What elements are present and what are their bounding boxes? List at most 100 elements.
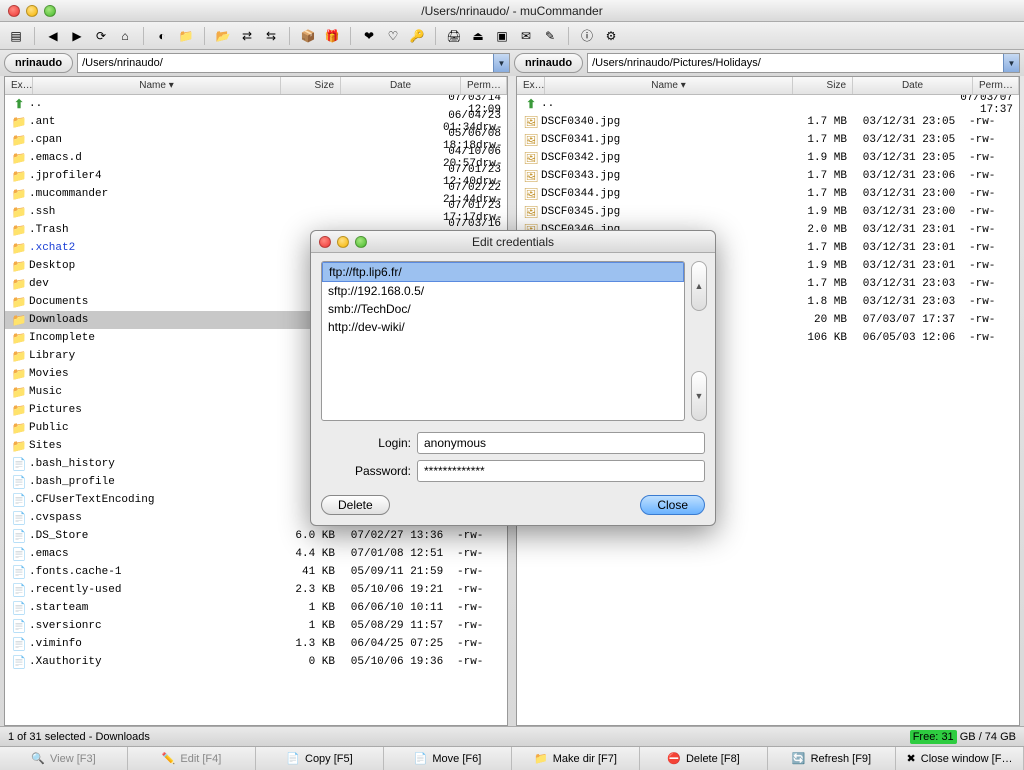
- col-size[interactable]: Size: [793, 77, 853, 94]
- file-row[interactable]: ⬆..07/03/14 12:09: [5, 95, 507, 113]
- file-row[interactable]: 📄.fonts.cache-141 KB05/09/11 21:59-rw-: [5, 563, 507, 581]
- fkey-move-f6-[interactable]: 📄Move [F6]: [384, 747, 512, 770]
- file-row[interactable]: 🖼DSCF0345.jpg1.9 MB03/12/31 23:00-rw-: [517, 203, 1019, 221]
- sync-panels-icon[interactable]: ⇆: [263, 28, 279, 44]
- mail-icon[interactable]: ✉: [518, 28, 534, 44]
- file-row[interactable]: 🖼DSCF0342.jpg1.9 MB03/12/31 23:05-rw-: [517, 149, 1019, 167]
- home-icon[interactable]: ⌂: [117, 28, 133, 44]
- bookmark-manage-icon[interactable]: 📂: [215, 28, 231, 44]
- list-scroll-down[interactable]: ▼: [691, 371, 707, 421]
- reload-icon[interactable]: ⟳: [93, 28, 109, 44]
- close-dialog-button[interactable]: Close: [640, 495, 705, 515]
- forward-icon[interactable]: ▶: [69, 28, 85, 44]
- terminal-icon[interactable]: ▣: [494, 28, 510, 44]
- delete-credential-button[interactable]: Delete: [321, 495, 390, 515]
- file-name: .jprofiler4: [29, 170, 443, 182]
- credentials-list[interactable]: ftp://ftp.lip6.fr/sftp://192.168.0.5/smb…: [321, 261, 685, 421]
- file-row[interactable]: 📁.jprofiler407/01/23 12:40drw-: [5, 167, 507, 185]
- file-row[interactable]: 📄.emacs4.4 KB07/01/08 12:51-rw-: [5, 545, 507, 563]
- fkey-copy-f5-[interactable]: 📄Copy [F5]: [256, 747, 384, 770]
- info-icon[interactable]: ⓘ: [579, 28, 595, 44]
- col-size[interactable]: Size: [281, 77, 341, 94]
- file-row[interactable]: 📁.ant06/04/23 01:34drw-: [5, 113, 507, 131]
- fkey-view-f3-[interactable]: 🔍View [F3]: [0, 747, 128, 770]
- file-row[interactable]: 🖼DSCF0341.jpg1.7 MB03/12/31 23:05-rw-: [517, 131, 1019, 149]
- fkey-label: Delete [F8]: [686, 753, 740, 765]
- file-permissions: -rw-: [969, 224, 1015, 236]
- file-permissions: -rw-: [969, 206, 1015, 218]
- file-row[interactable]: 📁.emacs.d04/10/06 20:57drw-: [5, 149, 507, 167]
- col-ext[interactable]: Ex…: [5, 77, 33, 94]
- left-path-field[interactable]: /Users/nrinaudo/ ▼: [77, 53, 510, 73]
- right-column-header[interactable]: Ex… Name ▾ Size Date Perm…: [517, 77, 1019, 95]
- fkey-delete-f8-[interactable]: ⛔Delete [F8]: [640, 747, 768, 770]
- img-icon: 🖼: [521, 187, 541, 202]
- credential-item[interactable]: smb://TechDoc/: [322, 300, 684, 318]
- left-volume-button[interactable]: nrinaudo: [4, 53, 73, 73]
- file-name: Library: [29, 350, 277, 362]
- file-row[interactable]: ⬆..07/03/07 17:37: [517, 95, 1019, 113]
- list-scroll-up[interactable]: ▲: [691, 261, 707, 311]
- file-name: .cpan: [29, 134, 443, 146]
- file-size: 1.9 MB: [789, 260, 849, 272]
- unpack-icon[interactable]: 🎁: [324, 28, 340, 44]
- right-path-history-dropdown[interactable]: ▼: [1003, 54, 1019, 72]
- show-hidden-icon[interactable]: ◐: [154, 28, 170, 44]
- file-row[interactable]: 📄.DS_Store6.0 KB07/02/27 13:36-rw-: [5, 527, 507, 545]
- file-row[interactable]: 🖼DSCF0340.jpg1.7 MB03/12/31 23:05-rw-: [517, 113, 1019, 131]
- fkey-label: Copy [F5]: [305, 753, 353, 765]
- preferences-icon[interactable]: ⚙: [603, 28, 619, 44]
- key-icon[interactable]: 🔑: [409, 28, 425, 44]
- right-volume-button[interactable]: nrinaudo: [514, 53, 583, 73]
- printer-icon[interactable]: 🖨: [446, 28, 462, 44]
- file-row[interactable]: 📄.sversionrc1 KB05/08/29 11:57-rw-: [5, 617, 507, 635]
- img-icon: 🖼: [521, 115, 541, 130]
- edit-icon[interactable]: ✎: [542, 28, 558, 44]
- file-row[interactable]: 📁.mucommander07/02/22 21:44drw-: [5, 185, 507, 203]
- file-row[interactable]: 📁.ssh07/01/23 17:17drw-: [5, 203, 507, 221]
- file-name: .xchat2: [29, 242, 277, 254]
- file-name: .bash_history: [29, 458, 277, 470]
- file-icon: 📄: [9, 601, 29, 616]
- credential-item[interactable]: sftp://192.168.0.5/: [322, 282, 684, 300]
- file-date: 03/12/31 23:05: [849, 116, 969, 128]
- file-row[interactable]: 📁.cpan05/06/08 18:18drw-: [5, 131, 507, 149]
- left-path-history-dropdown[interactable]: ▼: [493, 54, 509, 72]
- swap-panels-icon[interactable]: ⇄: [239, 28, 255, 44]
- file-date: 07/03/07 17:37: [960, 95, 1013, 116]
- file-row[interactable]: 🖼DSCF0343.jpg1.7 MB03/12/31 23:06-rw-: [517, 167, 1019, 185]
- new-tab-icon[interactable]: ▤: [8, 28, 24, 44]
- left-column-header[interactable]: Ex… Name ▾ Size Date Perm…: [5, 77, 507, 95]
- file-row[interactable]: 📄.viminfo1.3 KB06/04/25 07:25-rw-: [5, 635, 507, 653]
- col-perm[interactable]: Perm…: [973, 77, 1019, 94]
- fkey-edit-f4-[interactable]: ✏️Edit [F4]: [128, 747, 256, 770]
- pack-icon[interactable]: 📦: [300, 28, 316, 44]
- right-path-field[interactable]: /Users/nrinaudo/Pictures/Holidays/ ▼: [587, 53, 1020, 73]
- file-row[interactable]: 🖼DSCF0344.jpg1.7 MB03/12/31 23:00-rw-: [517, 185, 1019, 203]
- file-row[interactable]: 📄.recently-used2.3 KB05/10/06 19:21-rw-: [5, 581, 507, 599]
- fkey-refresh-f9-[interactable]: 🔄Refresh [F9]: [768, 747, 896, 770]
- favorite-open-icon[interactable]: ♡: [385, 28, 401, 44]
- col-name[interactable]: Name ▾: [545, 77, 793, 94]
- file-row[interactable]: 📄.starteam1 KB06/06/10 10:11-rw-: [5, 599, 507, 617]
- file-size: 41 KB: [277, 566, 337, 578]
- eject-icon[interactable]: ⏏: [470, 28, 486, 44]
- col-date[interactable]: Date: [341, 77, 461, 94]
- fkey-make-dir-f7-[interactable]: 📁Make dir [F7]: [512, 747, 640, 770]
- fkey-close-window-f-[interactable]: ✖Close window [F…: [896, 747, 1024, 770]
- img-icon: 🖼: [521, 133, 541, 148]
- back-icon[interactable]: ◀: [45, 28, 61, 44]
- file-date: 03/12/31 23:01: [849, 242, 969, 254]
- col-ext[interactable]: Ex…: [517, 77, 545, 94]
- col-perm[interactable]: Perm…: [461, 77, 507, 94]
- password-input[interactable]: [417, 460, 705, 482]
- col-name[interactable]: Name ▾: [33, 77, 281, 94]
- login-input[interactable]: [417, 432, 705, 454]
- favorite-icon[interactable]: ❤: [361, 28, 377, 44]
- credential-item[interactable]: ftp://ftp.lip6.fr/: [322, 262, 684, 282]
- bookmark-add-icon[interactable]: 📁: [178, 28, 194, 44]
- file-row[interactable]: 📄.Xauthority0 KB05/10/06 19:36-rw-: [5, 653, 507, 671]
- credential-item[interactable]: http://dev-wiki/: [322, 318, 684, 336]
- col-date[interactable]: Date: [853, 77, 973, 94]
- fkey-label: Close window [F…: [921, 753, 1013, 765]
